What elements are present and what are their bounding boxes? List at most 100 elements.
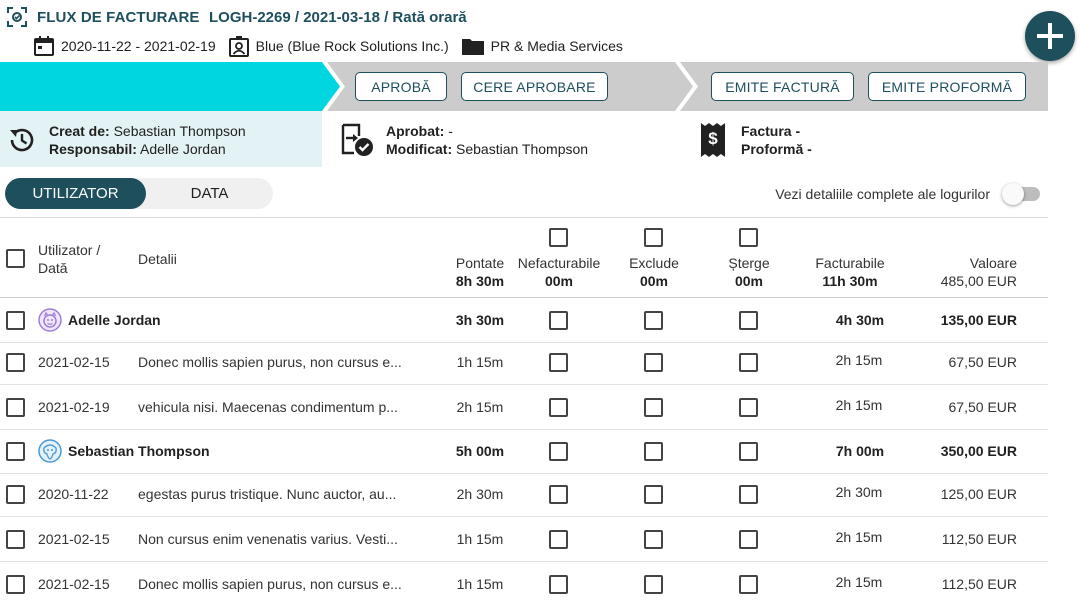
entry-details: egestas purus tristique. Nunc auctor, au…	[138, 472, 410, 516]
tab-date[interactable]: DATA	[146, 178, 273, 209]
delete-checkbox[interactable]	[739, 311, 758, 330]
row-checkbox[interactable]	[6, 575, 25, 594]
details-switch[interactable]	[1002, 183, 1040, 205]
period-text: 2020-11-22 - 2021-02-19	[61, 38, 216, 54]
entry-details-text: Non cursus enim venenatis varius. Vesti.…	[138, 531, 398, 547]
delete-all-checkbox[interactable]	[739, 228, 758, 247]
entry-details-text: Donec mollis sapien purus, non cursus e.…	[138, 576, 402, 592]
exclude-checkbox[interactable]	[644, 398, 663, 417]
created-value: Sebastian Thompson	[113, 123, 246, 139]
non-billable-checkbox[interactable]	[549, 442, 568, 461]
approved-value: -	[448, 123, 453, 139]
details-switch-label: Vezi detaliile complete ale logurilor	[775, 186, 990, 202]
calendar-icon	[34, 36, 54, 56]
col-logged-label: Pontate	[455, 255, 505, 271]
svg-text:$: $	[708, 129, 718, 148]
total-exclude: 00m	[639, 273, 669, 289]
row-checkbox[interactable]	[6, 353, 25, 372]
approve-button[interactable]: APROBĂ	[355, 72, 447, 101]
table-row[interactable]: 2021-02-19 vehicula nisi. Maecenas condi…	[0, 385, 1048, 430]
entry-details-text: egestas purus tristique. Nunc auctor, au…	[138, 486, 397, 502]
delete-checkbox[interactable]	[739, 485, 758, 504]
delete-checkbox[interactable]	[739, 575, 758, 594]
page-header: FLUX DE FACTURARE LOGH-2269 / 2021-03-18…	[0, 0, 1080, 62]
non-billable-all-checkbox[interactable]	[549, 228, 568, 247]
entry-date: 2021-02-15	[38, 576, 110, 592]
status-info-row: Creat de: Sebastian Thompson Responsabil…	[0, 111, 1048, 167]
non-billable-checkbox[interactable]	[549, 485, 568, 504]
entry-details: Donec mollis sapien purus, non cursus e.…	[138, 340, 410, 384]
entry-details: Donec mollis sapien purus, non cursus e.…	[138, 562, 410, 600]
exclude-checkbox[interactable]	[644, 311, 663, 330]
created-block: Creat de: Sebastian Thompson Responsabil…	[7, 122, 246, 158]
non-billable-checkbox[interactable]	[549, 530, 568, 549]
created-text: Creat de: Sebastian Thompson Responsabil…	[49, 122, 246, 158]
non-billable-checkbox[interactable]	[549, 311, 568, 330]
group-user-name: Adelle Jordan	[68, 312, 161, 328]
row-checkbox[interactable]	[6, 442, 25, 461]
group-logged: 5h 00m	[455, 443, 505, 459]
exclude-checkbox[interactable]	[644, 485, 663, 504]
invoice-value: -	[795, 123, 801, 139]
history-icon	[10, 128, 34, 152]
page-title: FLUX DE FACTURARE	[37, 9, 200, 26]
exclude-checkbox[interactable]	[644, 575, 663, 594]
approved-label: Aprobat:	[386, 123, 445, 139]
row-checkbox[interactable]	[6, 311, 25, 330]
entry-date: 2021-02-15	[38, 531, 110, 547]
col-exclude: Exclude 00m	[614, 254, 694, 290]
table-row[interactable]: 2021-02-15 Donec mollis sapien purus, no…	[0, 562, 1048, 600]
view-toggle: UTILIZATOR DATA	[5, 178, 273, 209]
billing-flow-icon	[7, 7, 27, 27]
table-row[interactable]: 2021-02-15 Non cursus enim venenatis var…	[0, 517, 1048, 562]
exclude-checkbox[interactable]	[644, 442, 663, 461]
total-billable: 11h 30m	[822, 273, 878, 289]
entry-details: Non cursus enim venenatis varius. Vesti.…	[138, 517, 410, 561]
col-exclude-label: Exclude	[629, 255, 679, 271]
responsible-value: Adelle Jordan	[140, 141, 226, 157]
request-approval-button[interactable]: CERE APROBARE	[461, 72, 608, 101]
non-billable-checkbox[interactable]	[549, 575, 568, 594]
group-logged: 3h 30m	[455, 312, 505, 328]
non-billable-checkbox[interactable]	[549, 398, 568, 417]
created-label: Creat de:	[49, 123, 110, 139]
exclude-checkbox[interactable]	[644, 530, 663, 549]
delete-checkbox[interactable]	[739, 442, 758, 461]
group-value: 350,00 EUR	[940, 443, 1017, 459]
workflow-bar: APROBĂ CERE APROBARE EMITE FACTURĂ EMITE…	[0, 62, 1048, 111]
exclude-checkbox[interactable]	[644, 353, 663, 372]
col-delete: Șterge 00m	[709, 254, 789, 290]
folder-icon	[461, 39, 484, 55]
col-delete-label: Șterge	[728, 255, 770, 271]
entry-value: 125,00 EUR	[940, 486, 1017, 502]
table-row[interactable]: 2021-02-15 Donec mollis sapien purus, no…	[0, 340, 1048, 385]
exclude-all-checkbox[interactable]	[644, 228, 663, 247]
delete-checkbox[interactable]	[739, 530, 758, 549]
modified-value: Sebastian Thompson	[456, 141, 589, 157]
issue-proforma-button[interactable]: EMITE PROFORMĂ	[868, 72, 1026, 101]
row-checkbox[interactable]	[6, 530, 25, 549]
approval-text: Aprobat: - Modificat: Sebastian Thompson	[386, 122, 588, 158]
approval-check-icon	[341, 123, 373, 156]
entry-logged: 2h 30m	[456, 486, 504, 502]
user-avatar-icon	[38, 308, 62, 332]
tab-user[interactable]: UTILIZATOR	[5, 178, 146, 209]
invoice-block: $ Factura - Proformă -	[699, 121, 812, 159]
log-reference: LOGH-2269 / 2021-03-18 / Rată orară	[209, 9, 467, 26]
add-button[interactable]	[1025, 11, 1075, 61]
delete-checkbox[interactable]	[739, 398, 758, 417]
delete-checkbox[interactable]	[739, 353, 758, 372]
row-checkbox[interactable]	[6, 485, 25, 504]
row-checkbox[interactable]	[6, 398, 25, 417]
issue-invoice-button[interactable]: EMITE FACTURĂ	[711, 72, 854, 101]
client-badge-icon	[228, 36, 249, 57]
responsible-label: Responsabil:	[49, 141, 137, 157]
table-row[interactable]: 2020-11-22 egestas purus tristique. Nunc…	[0, 472, 1048, 517]
non-billable-checkbox[interactable]	[549, 353, 568, 372]
receipt-dollar-icon: $	[701, 123, 725, 157]
col-value-label: Valoare	[969, 255, 1017, 271]
total-value: 485,00 EUR	[940, 273, 1017, 289]
switch-knob	[1002, 183, 1024, 205]
entry-value: 67,50 EUR	[948, 399, 1017, 415]
select-all-checkbox[interactable]	[6, 249, 25, 268]
